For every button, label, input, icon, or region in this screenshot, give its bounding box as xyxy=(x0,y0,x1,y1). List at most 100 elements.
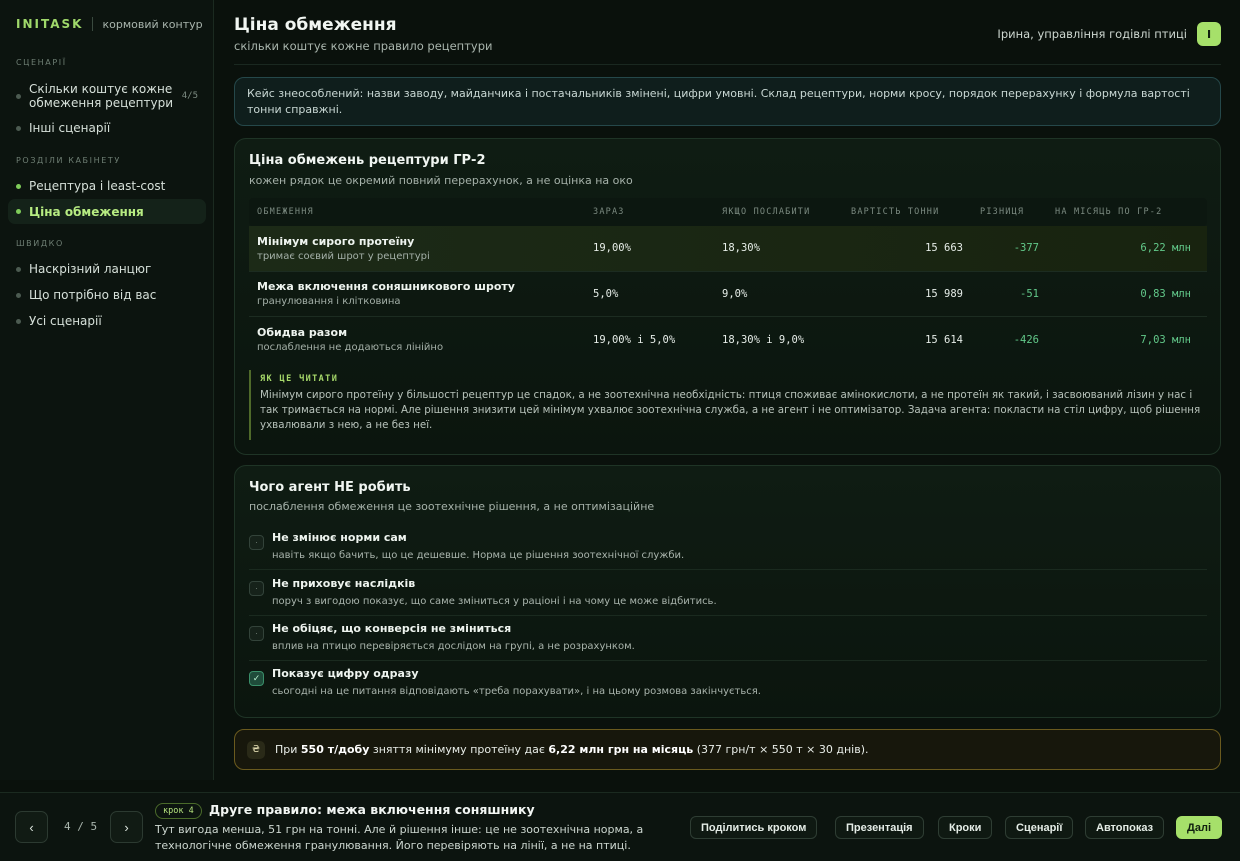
cell-now: 19,00% xyxy=(593,242,631,255)
bullet-icon xyxy=(16,183,21,189)
table-row[interactable]: Мінімум сирого протеїну тримає соєвий шро… xyxy=(249,226,1207,272)
brand-context: кормовий контур xyxy=(102,17,203,31)
table-header: ОБМЕЖЕННЯ ЗАРАЗ ЯКЩО ПОСЛАБИТИ ВАРТІСТЬ … xyxy=(249,198,1207,226)
section-title-quick: ШВИДКО xyxy=(16,239,64,248)
row-desc: тримає соєвий шрот у рецептурі xyxy=(257,250,430,262)
sidebar-item-recipe[interactable]: Рецептура і least-cost xyxy=(8,176,206,196)
brand[interactable]: INITASK кормовий контур xyxy=(16,17,203,31)
anonymization-notice: Кейс знеособлений: назви заводу, майданч… xyxy=(234,77,1221,126)
checklist-desc: навіть якщо бачить, що це дешевше. Норма… xyxy=(272,550,685,561)
sidebar-item-chain[interactable]: Наскрізний ланцюг xyxy=(8,259,206,279)
autoplay-button[interactable]: Автопоказ xyxy=(1085,816,1165,839)
column-header: РІЗНИЦЯ xyxy=(980,207,1025,217)
prev-step-button[interactable]: ‹ xyxy=(15,811,48,843)
sidebar: INITASK кормовий контур СЦЕНАРІЇ Скільки… xyxy=(0,0,214,780)
divider xyxy=(234,64,1221,65)
card-subtitle: кожен рядок це окремий повний перерахуно… xyxy=(249,174,633,187)
checklist-title: Не змінює норми сам xyxy=(272,531,407,544)
cell-diff: -377 xyxy=(1013,242,1039,255)
how-to-read-note: ЯК ЦЕ ЧИТАТИ Мінімум сирого протеїну у б… xyxy=(249,370,1207,440)
sidebar-item-label: Усі сценарії xyxy=(29,314,102,328)
step-pager: 4 / 5 xyxy=(64,820,98,833)
share-step-button[interactable]: Поділитись кроком xyxy=(690,816,818,839)
user-menu[interactable]: Ірина, управління годівлі птиці І xyxy=(997,22,1221,46)
page-subtitle: скільки коштує кожне правило рецептури xyxy=(234,39,493,53)
card-title: Ціна обмежень рецептури ГР-2 xyxy=(249,153,486,168)
sidebar-item-label: Що потрібно від вас xyxy=(29,288,157,302)
cell-ton-cost: 15 614 xyxy=(925,333,963,346)
cell-monthly: 7,03 млн xyxy=(1140,333,1191,346)
brand-logo: INITASK xyxy=(16,17,84,31)
bullet-icon xyxy=(16,318,21,324)
bullet-icon xyxy=(16,93,21,99)
cell-relaxed: 18,30% і 9,0% xyxy=(722,333,805,346)
checklist-title: Показує цифру одразу xyxy=(272,667,419,680)
row-name: Межа включення соняшникового шроту xyxy=(257,280,515,294)
check-icon: ✓ xyxy=(249,671,264,686)
section-title-scenarios: СЦЕНАРІЇ xyxy=(16,58,67,67)
scenarios-button[interactable]: Сценарії xyxy=(1005,816,1074,839)
checkbox: · xyxy=(249,581,264,596)
checklist-title: Не приховує наслідків xyxy=(272,577,416,590)
sidebar-item-constraint-price[interactable]: Ціна обмеження xyxy=(8,199,206,224)
column-header: ОБМЕЖЕННЯ xyxy=(257,207,314,217)
step-badge: крок 4 xyxy=(155,803,202,819)
row-name: Мінімум сирого протеїну xyxy=(257,234,415,248)
column-header: ВАРТІСТЬ ТОННИ xyxy=(851,207,940,217)
sidebar-item-current-scenario[interactable]: Скільки коштує кожне обмеження рецептури… xyxy=(8,81,206,111)
checklist-item: · Не приховує наслідків поруч з вигодою … xyxy=(249,571,1207,616)
column-header: ЯКЩО ПОСЛАБИТИ xyxy=(722,207,811,217)
bullet-icon xyxy=(16,266,21,272)
presentation-button[interactable]: Презентація xyxy=(835,816,924,839)
cell-relaxed: 18,30% xyxy=(722,242,760,255)
bullet-icon xyxy=(16,209,21,214)
checklist-desc: вплив на птицю перевіряється дослідом на… xyxy=(272,641,635,652)
cell-ton-cost: 15 663 xyxy=(925,242,963,255)
sidebar-item-label: Рецептура і least-cost xyxy=(29,179,166,193)
column-header: НА МІСЯЦЬ ПО ГР-2 xyxy=(1055,207,1163,217)
scenario-progress: 4/5 xyxy=(181,91,198,101)
table-row[interactable]: Обидва разом послаблення не додаються лін… xyxy=(249,317,1207,363)
user-name: Ірина, управління годівлі птиці xyxy=(997,27,1187,41)
step-title: Друге правило: межа включення соняшнику xyxy=(209,802,535,817)
sidebar-item-label: Ціна обмеження xyxy=(29,204,144,219)
cell-diff: -51 xyxy=(1020,287,1039,300)
steps-button[interactable]: Кроки xyxy=(938,816,993,839)
checklist-desc: сьогодні на це питання відповідають «тре… xyxy=(272,686,761,697)
checklist-item: · Не змінює норми сам навіть якщо бачить… xyxy=(249,525,1207,570)
bullet-icon xyxy=(16,292,21,298)
sidebar-item-label: Наскрізний ланцюг xyxy=(29,262,152,276)
card-title: Чого агент НЕ робить xyxy=(249,480,411,495)
checklist-item: ✓ Показує цифру одразу сьогодні на це пи… xyxy=(249,661,1207,706)
checklist-title: Не обіцяє, що конверсія не зміниться xyxy=(272,622,512,635)
sidebar-item-all-scenarios[interactable]: Усі сценарії xyxy=(8,311,206,331)
step-description: Тут вигода менша, 51 грн на тонні. Але й… xyxy=(155,823,644,852)
summary-text: При 550 т/добу зняття мінімуму протеїну … xyxy=(275,743,869,756)
table-row[interactable]: Межа включення соняшникового шроту гранул… xyxy=(249,272,1207,317)
brand-divider xyxy=(92,17,94,31)
checkbox: · xyxy=(249,626,264,641)
avatar[interactable]: І xyxy=(1197,22,1221,46)
cell-now: 5,0% xyxy=(593,287,619,300)
sidebar-item-other-scenarios[interactable]: Інші сценарії xyxy=(8,118,206,138)
hryvnia-icon: ₴ xyxy=(247,740,265,759)
page-title: Ціна обмеження xyxy=(234,15,397,35)
row-desc: послаблення не додаються лінійно xyxy=(257,342,444,354)
constraints-table: ОБМЕЖЕННЯ ЗАРАЗ ЯКЩО ПОСЛАБИТИ ВАРТІСТЬ … xyxy=(249,198,1207,363)
next-step-arrow-button[interactable]: › xyxy=(110,811,143,843)
column-header: ЗАРАЗ xyxy=(593,207,625,217)
sidebar-item-needs[interactable]: Що потрібно від вас xyxy=(8,285,206,305)
cell-monthly: 6,22 млн xyxy=(1140,242,1191,255)
bullet-icon xyxy=(16,125,21,131)
summary-callout: ₴ При 550 т/добу зняття мінімуму протеїн… xyxy=(234,729,1221,770)
cell-monthly: 0,83 млн xyxy=(1140,287,1191,300)
note-text: Мінімум сирого протеїну у більшості реце… xyxy=(260,389,1201,431)
cell-now: 19,00% і 5,0% xyxy=(593,333,676,346)
sidebar-item-label: Скільки коштує кожне обмеження рецептури xyxy=(29,82,173,110)
constraints-card: Ціна обмежень рецептури ГР-2 кожен рядок… xyxy=(234,138,1221,455)
cell-relaxed: 9,0% xyxy=(722,287,748,300)
section-title-cabinet: РОЗДІЛИ КАБІНЕТУ xyxy=(16,156,121,165)
next-button[interactable]: Далі xyxy=(1176,816,1222,839)
step-footer: ‹ 4 / 5 › крок 4 Друге правило: межа вкл… xyxy=(0,792,1240,861)
row-name: Обидва разом xyxy=(257,326,348,340)
